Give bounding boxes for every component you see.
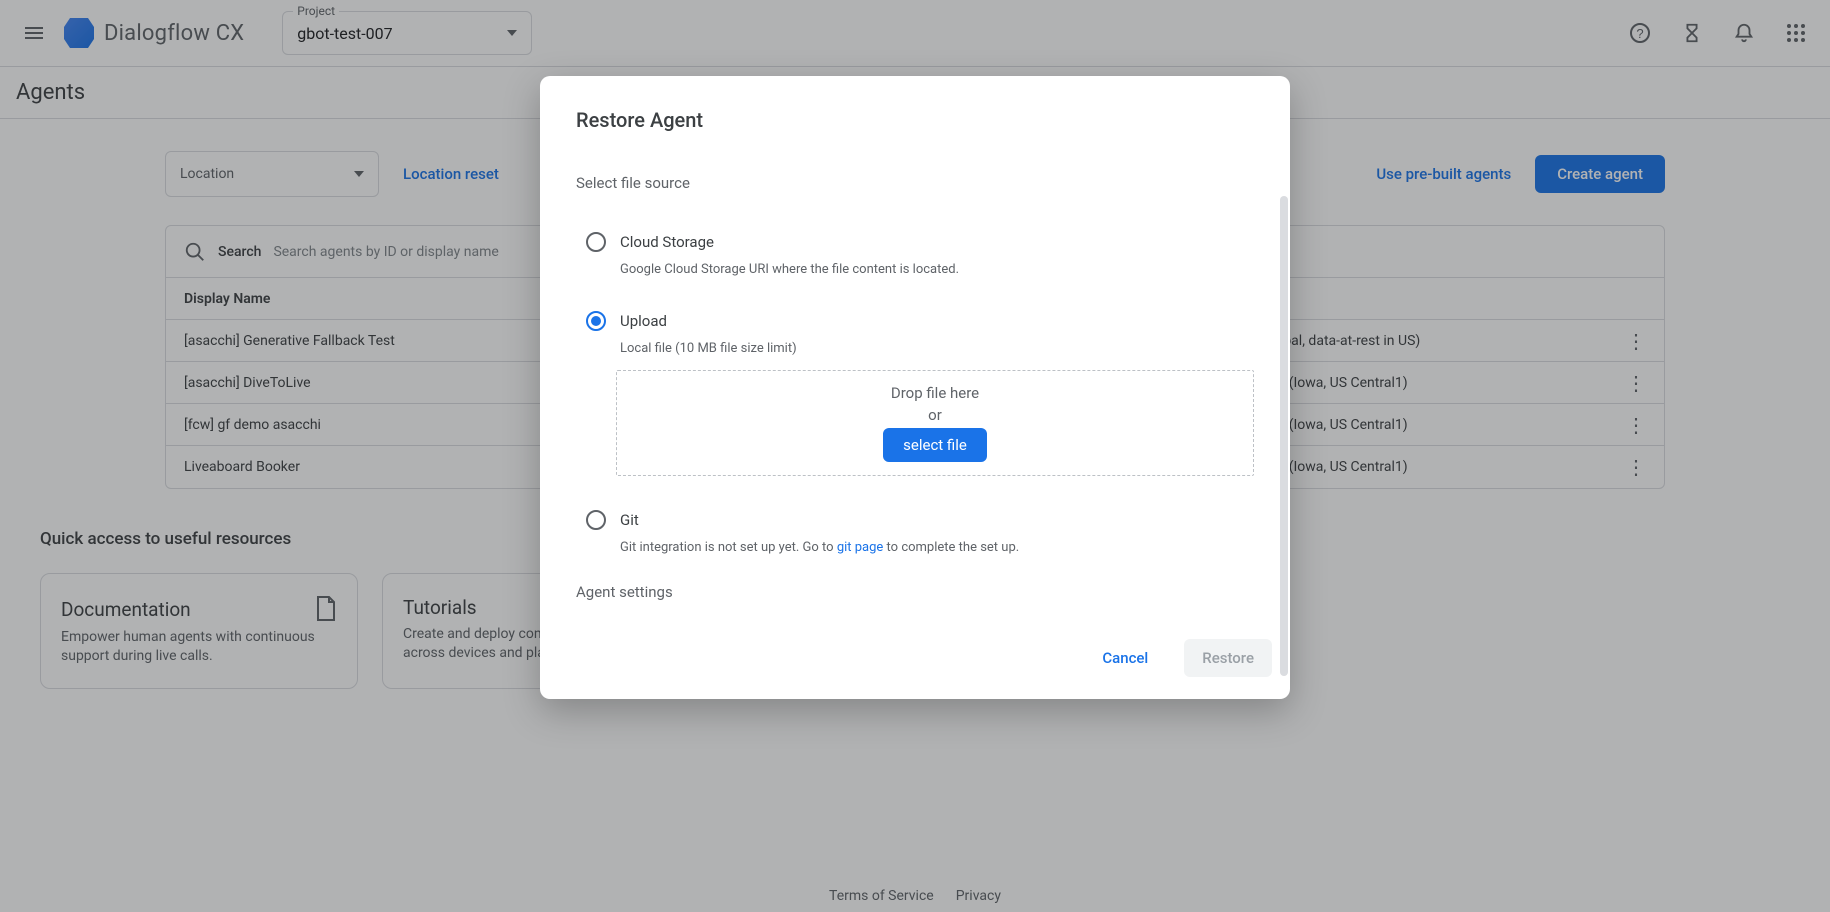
select-source-label: Select file source xyxy=(576,174,1254,192)
restore-agent-dialog: Restore Agent Select file source Cloud S… xyxy=(540,76,1290,699)
radio-label: Upload xyxy=(620,312,667,330)
radio-desc: Google Cloud Storage URI where the file … xyxy=(620,262,1254,277)
radio-git[interactable] xyxy=(586,510,606,530)
git-desc-post: to complete the set up. xyxy=(883,540,1019,555)
scrollbar[interactable] xyxy=(1280,196,1288,676)
agent-settings-label: Agent settings xyxy=(576,583,1254,601)
radio-upload[interactable] xyxy=(586,311,606,331)
radio-cloud-storage[interactable] xyxy=(586,232,606,252)
git-desc-pre: Git integration is not set up yet. Go to xyxy=(620,540,837,555)
git-page-link[interactable]: git page xyxy=(837,540,884,555)
dialog-actions: Cancel Restore xyxy=(540,611,1290,677)
radio-desc: Local file (10 MB file size limit) xyxy=(620,341,1254,356)
select-file-button[interactable]: select file xyxy=(883,428,987,462)
radio-label: Cloud Storage xyxy=(620,233,714,251)
restore-button: Restore xyxy=(1184,639,1272,677)
file-dropzone[interactable]: Drop file here or select file xyxy=(616,370,1254,476)
dialog-title: Restore Agent xyxy=(576,108,1254,132)
radio-label: Git xyxy=(620,511,639,529)
option-upload: Upload Local file (10 MB file size limit… xyxy=(576,311,1254,476)
cancel-button[interactable]: Cancel xyxy=(1084,639,1166,677)
dropzone-or: or xyxy=(928,406,942,424)
option-cloud-storage: Cloud Storage Google Cloud Storage URI w… xyxy=(576,232,1254,277)
dropzone-text: Drop file here xyxy=(891,384,979,402)
option-git: Git Git integration is not set up yet. G… xyxy=(576,510,1254,555)
radio-desc: Git integration is not set up yet. Go to… xyxy=(620,540,1254,555)
modal-scrim[interactable]: Restore Agent Select file source Cloud S… xyxy=(0,0,1830,912)
